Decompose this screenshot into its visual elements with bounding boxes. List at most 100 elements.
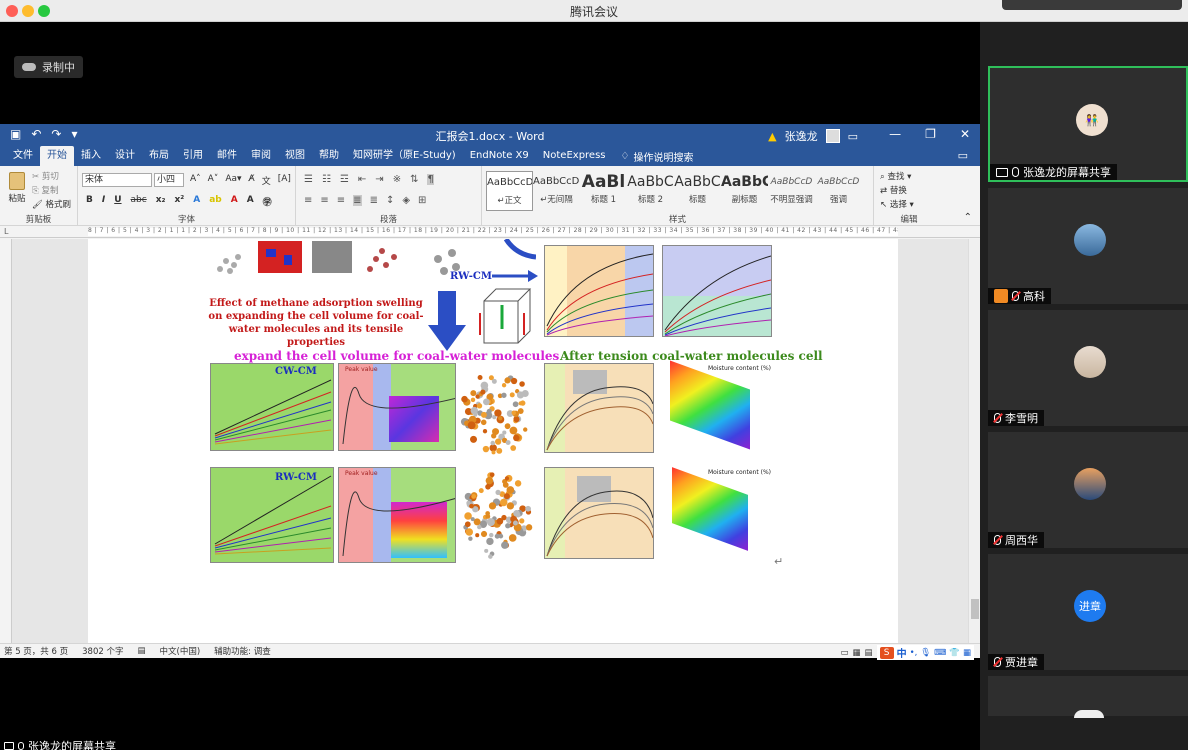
char-border-icon[interactable]: [A]	[278, 174, 291, 187]
tab-estudy[interactable]: 知网研学（原E-Study)	[346, 146, 463, 166]
replace-button[interactable]: ⇄ 替换	[880, 184, 914, 198]
text-effects-icon[interactable]: A	[193, 195, 200, 208]
tab-layout[interactable]: 布局	[142, 146, 176, 166]
style-item[interactable]: AaBbCcD 强调	[815, 171, 862, 211]
document-page[interactable]: RW-CM Effect of methane adsorption swell…	[88, 239, 898, 643]
shading-icon[interactable]: ◈	[402, 195, 410, 206]
numbering-icon[interactable]: ☷	[322, 174, 331, 185]
shrink-font-icon[interactable]: A˅	[208, 174, 219, 187]
char-shading-icon[interactable]: A	[247, 195, 254, 208]
line-spacing-icon[interactable]: ↕	[386, 195, 394, 206]
tab-review[interactable]: 审阅	[244, 146, 278, 166]
style-item[interactable]: AaBbC 标题	[674, 171, 721, 211]
align-right-icon[interactable]: ≡	[337, 195, 345, 206]
font-color-icon[interactable]: A	[231, 195, 238, 208]
tab-mailings[interactable]: 邮件	[210, 146, 244, 166]
tab-noteexpress[interactable]: NoteExpress	[536, 146, 613, 166]
justify-icon[interactable]: ≣	[353, 195, 362, 206]
tab-references[interactable]: 引用	[176, 146, 210, 166]
tab-insert[interactable]: 插入	[74, 146, 108, 166]
format-painter-button[interactable]: 🖌 格式刷	[32, 198, 71, 212]
align-center-icon[interactable]: ≡	[320, 195, 328, 206]
proofing-icon[interactable]: ▤	[137, 646, 145, 656]
highlight-icon[interactable]: ab	[209, 195, 222, 208]
accessibility-status[interactable]: 辅助功能: 调查	[214, 645, 271, 657]
document-area[interactable]: RW-CM Effect of methane adsorption swell…	[0, 239, 980, 643]
paste-button[interactable]: 粘贴	[6, 172, 28, 204]
subscript-icon[interactable]: x₂	[156, 195, 166, 208]
scrollbar-thumb[interactable]	[971, 599, 979, 619]
word-count[interactable]: 3802 个字	[82, 645, 123, 657]
sort-icon[interactable]: ⇅	[410, 174, 418, 185]
tab-help[interactable]: 帮助	[312, 146, 346, 166]
tab-file[interactable]: 文件	[6, 146, 40, 166]
italic-icon[interactable]: I	[102, 195, 105, 208]
word-minimize-button[interactable]: —	[889, 127, 901, 141]
print-layout-icon[interactable]: ▦	[853, 648, 861, 658]
participant-tile[interactable]: 👫 张逸龙的屏幕共享	[988, 66, 1188, 182]
style-item[interactable]: AaBl 标题 1	[580, 171, 627, 211]
collapse-ribbon-icon[interactable]: ⌃	[964, 212, 972, 223]
show-marks-icon[interactable]: ¶	[427, 174, 434, 185]
page-count[interactable]: 第 5 页，共 6 页	[4, 645, 68, 657]
select-button[interactable]: ↖ 选择 ▾	[880, 198, 914, 212]
font-name-select[interactable]: 宋体	[82, 173, 152, 187]
tab-view[interactable]: 视图	[278, 146, 312, 166]
screen-share-icon	[4, 742, 14, 750]
participant-tile[interactable]: 周西华	[988, 432, 1188, 548]
phonetic-icon[interactable]: 文	[262, 174, 271, 187]
clear-format-icon[interactable]: A̸	[249, 174, 255, 187]
participant-tile[interactable]: 进章 贾进章	[988, 554, 1188, 670]
tab-endnote[interactable]: EndNote X9	[463, 146, 536, 166]
font-group-label: 字体	[177, 215, 195, 225]
bold-icon[interactable]: B	[86, 195, 93, 208]
bullets-icon[interactable]: ☰	[304, 174, 313, 185]
chinese-layout-icon[interactable]: ※	[393, 174, 401, 185]
style-item[interactable]: AaBbCcD 不明显强调	[768, 171, 815, 211]
decrease-indent-icon[interactable]: ⇤	[358, 174, 366, 185]
style-item[interactable]: AaBbC 副标题	[721, 171, 768, 211]
copy-button[interactable]: ⎘ 复制	[32, 184, 71, 198]
align-left-icon[interactable]: ≡	[304, 195, 312, 206]
font-size-select[interactable]: 小四	[154, 173, 184, 187]
distributed-icon[interactable]: ≣	[370, 195, 378, 206]
vertical-scrollbar[interactable]	[968, 239, 980, 643]
increase-indent-icon[interactable]: ⇥	[375, 174, 383, 185]
borders-icon[interactable]: ⊞	[418, 195, 426, 206]
grow-font-icon[interactable]: A˄	[190, 174, 201, 187]
word-user[interactable]: ▲ 张逸龙 ▭	[768, 128, 858, 144]
language-status[interactable]: 中文(中国)	[160, 645, 201, 657]
strikethrough-icon[interactable]: abc	[131, 195, 147, 208]
web-layout-icon[interactable]: ▤	[865, 648, 873, 658]
underline-icon[interactable]: U	[114, 195, 121, 208]
multilevel-list-icon[interactable]: ☲	[340, 174, 349, 185]
find-button[interactable]: ⌕ 查找 ▾	[880, 170, 914, 184]
molecule-atom	[480, 389, 486, 395]
ime-toolbar[interactable]: S 中 •, 🎙 ⌨ 👕 ▦	[876, 645, 974, 660]
recording-badge[interactable]: 录制中	[14, 56, 83, 78]
style-name: 标题	[688, 195, 706, 205]
tell-me-search[interactable]: ♢ 操作说明搜索	[613, 149, 694, 164]
tab-design[interactable]: 设计	[108, 146, 142, 166]
top-right-toolbar[interactable]	[1002, 0, 1182, 10]
enclose-char-icon[interactable]: ㊫	[263, 195, 272, 208]
vertical-ruler[interactable]	[0, 239, 12, 643]
style-item[interactable]: AaBbCcDc ↵正文	[486, 171, 533, 211]
ribbon-display-icon[interactable]: ▭	[848, 130, 858, 143]
style-item[interactable]: AaBbCcDc ↵无间隔	[533, 171, 580, 211]
comments-icon[interactable]: ▭	[958, 149, 968, 162]
focus-mode-icon[interactable]: ▭	[840, 648, 848, 658]
style-name: 标题 2	[637, 195, 664, 205]
participant-tile[interactable]	[988, 676, 1188, 718]
superscript-icon[interactable]: x²	[174, 195, 184, 208]
word-close-button[interactable]: ✕	[960, 127, 970, 141]
participant-tile[interactable]: 高科	[988, 188, 1188, 304]
cut-button[interactable]: ✂ 剪切	[32, 170, 71, 184]
change-case-icon[interactable]: Aa▾	[225, 174, 241, 187]
horizontal-ruler[interactable]: L 8 | 7 | 6 | 5 | 4 | 3 | 2 | 1 | 1 | 2 …	[0, 226, 980, 238]
style-item[interactable]: AaBbC 标题 2	[627, 171, 674, 211]
word-restore-button[interactable]: ❐	[925, 127, 936, 141]
participant-tile[interactable]: 李雪明	[988, 310, 1188, 426]
tab-home[interactable]: 开始	[40, 146, 74, 166]
tab-selector-icon[interactable]: L	[4, 227, 8, 236]
